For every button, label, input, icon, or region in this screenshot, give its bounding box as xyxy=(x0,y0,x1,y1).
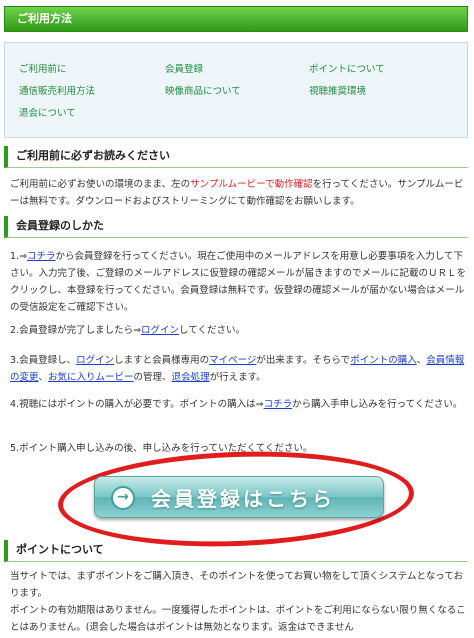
text: の管理、 xyxy=(133,372,172,383)
text: 当サイトでは、まずポイントをご購入頂き、そのポイントを使ってお買い物をして頂くシ… xyxy=(10,571,463,599)
step-3: 3.会員登録し、ログインしますと会員様専用のマイページが出来ます。そちらでポイン… xyxy=(10,352,468,386)
text: 2.会員登録が完了しましたら⇒ xyxy=(10,325,142,336)
step-1: 1.⇒コチラから会員登録を行ってください。現在ご使用中のメールアドレスを用意し必… xyxy=(10,248,468,316)
nav-item-points[interactable]: ポイントについて xyxy=(309,61,385,75)
text: 3.会員登録し、 xyxy=(10,355,77,366)
text: 1.⇒ xyxy=(10,251,28,262)
nav-item-environment[interactable]: 視聴推奨環境 xyxy=(309,83,366,97)
text: が出来ます。そちらで xyxy=(256,355,351,366)
section-heading-text: ポイントについて xyxy=(16,543,104,556)
nav-item-withdrawal[interactable]: 退会について xyxy=(19,105,76,119)
step-4: 4.視聴にはポイントの購入が必要です。ポイントの購入は⇒コチラから購入手申し込み… xyxy=(10,396,468,413)
page-header: ご利用方法 xyxy=(4,6,468,32)
step-2: 2.会員登録が完了しましたら⇒ログインしてください。 xyxy=(10,322,468,339)
text: から購入手申し込みを行ってください。 xyxy=(292,399,463,410)
login-link[interactable]: ログイン xyxy=(141,325,179,336)
buy-points-link[interactable]: ポイントの購入 xyxy=(350,355,417,366)
text: ご利用前に必ずお使いの環境のまま、左の xyxy=(10,179,191,190)
register-button[interactable]: → 会員登録はこちら xyxy=(94,476,384,518)
nav-item-video-products[interactable]: 映像商品について xyxy=(165,83,241,97)
points-text-1: 当サイトでは、まずポイントをご購入頂き、そのポイントを使ってお買い物をして頂くシ… xyxy=(10,568,468,602)
text: 、 xyxy=(38,372,49,383)
nav-item-mail-order[interactable]: 通信販売利用方法 xyxy=(19,83,95,97)
arrow-right-icon: → xyxy=(111,486,135,510)
withdrawal-link[interactable]: 退会処理 xyxy=(172,372,210,383)
points-text-2: ポイントの有効期限はありません。一度獲得したポイントは、ポイントをご利用にならな… xyxy=(10,602,468,636)
buy-points-here-link[interactable]: コチラ xyxy=(264,399,293,410)
section-heading-text: 会員登録のしかた xyxy=(16,219,104,232)
text: 、 xyxy=(416,355,427,366)
text: してください。 xyxy=(179,325,245,336)
login-link-2[interactable]: ログイン xyxy=(76,355,114,366)
register-button-label: 会員登録はこちら xyxy=(151,487,335,511)
nav-item-before-use[interactable]: ご利用前に xyxy=(19,61,67,75)
section-heading-registration: 会員登録のしかた xyxy=(4,216,468,238)
text: ポイントの有効期限はありません。一度獲得したポイントは、ポイントをご利用にならな… xyxy=(10,605,466,633)
text: から会員登録を行ってください。現在ご使用中のメールアドレスを用意し必要事項を入力… xyxy=(10,251,467,313)
favorite-movies-link[interactable]: お気に入りムービー xyxy=(48,372,134,383)
register-here-link[interactable]: コチラ xyxy=(27,251,56,262)
sample-movie-link[interactable]: サンプルムービーで動作確認 xyxy=(190,179,312,190)
usage-nav: ご利用前に 会員登録 ポイントについて 通信販売利用方法 映像商品について 視聴… xyxy=(4,42,468,138)
page-title: ご利用方法 xyxy=(17,12,72,25)
section-heading-before-use: ご利用前に必ずお読みください xyxy=(4,146,468,168)
section-heading-points: ポイントについて xyxy=(4,540,468,562)
text: 4.視聴にはポイントの購入が必要です。ポイントの購入は⇒ xyxy=(10,399,264,410)
before-use-text: ご利用前に必ずお使いの環境のまま、左のサンプルムービーで動作確認を行ってください… xyxy=(10,176,468,210)
mypage-link[interactable]: マイページ xyxy=(209,355,256,366)
section-heading-text: ご利用前に必ずお読みください xyxy=(16,149,170,162)
text: が行えます。 xyxy=(209,372,266,383)
nav-item-membership[interactable]: 会員登録 xyxy=(165,61,203,75)
text: しますと会員様専用の xyxy=(114,355,210,366)
